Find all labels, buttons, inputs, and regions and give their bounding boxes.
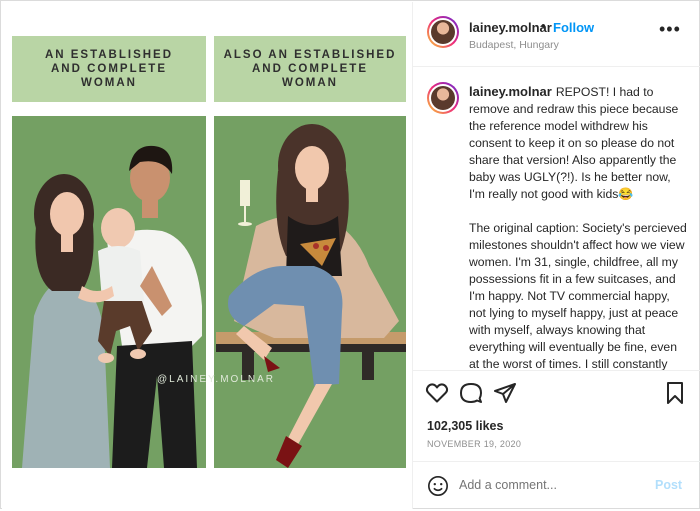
- separator-dot: •: [541, 18, 546, 33]
- likes-count[interactable]: 102,305 likes: [427, 419, 503, 433]
- post-sidebar: lainey.molnar • Follow Budapest, Hungary…: [412, 2, 700, 509]
- comment-input[interactable]: [459, 478, 639, 492]
- bookmark-icon[interactable]: [663, 381, 687, 405]
- caption-username[interactable]: lainey.molnar: [469, 84, 552, 99]
- emoji-icon[interactable]: [427, 475, 449, 497]
- caption-paragraph-2: The original caption: Society's percieve…: [469, 221, 687, 370]
- heart-icon[interactable]: [425, 381, 449, 405]
- image-watermark: @LAINEY.MOLNAR: [157, 374, 275, 385]
- left-panel-heading: AN ESTABLISHED AND COMPLETE WOMAN: [12, 36, 206, 102]
- caption-avatar[interactable]: [427, 82, 459, 114]
- header-username[interactable]: lainey.molnar: [469, 20, 552, 35]
- caption-area[interactable]: lainey.molnar REPOST! I had to remove and…: [413, 66, 700, 370]
- post-image[interactable]: AN ESTABLISHED AND COMPLETE WOMAN ALSO A…: [2, 2, 412, 509]
- single-woman-illustration: [214, 116, 406, 468]
- instagram-post: AN ESTABLISHED AND COMPLETE WOMAN ALSO A…: [0, 0, 700, 509]
- comment-bar: Post: [413, 461, 700, 511]
- caption-text: lainey.molnar REPOST! I had to remove and…: [469, 83, 689, 370]
- right-panel-heading: ALSO AN ESTABLISHED AND COMPLETE WOMAN: [214, 36, 406, 102]
- post-date[interactable]: NOVEMBER 19, 2020: [427, 439, 521, 449]
- follow-button[interactable]: Follow: [553, 20, 594, 35]
- caption-paragraph-1: REPOST! I had to remove and redraw this …: [469, 85, 679, 201]
- more-options-icon[interactable]: •••: [659, 20, 681, 38]
- avatar[interactable]: [427, 16, 459, 48]
- share-icon[interactable]: [493, 381, 517, 405]
- comment-icon[interactable]: [459, 381, 483, 405]
- post-header: lainey.molnar • Follow Budapest, Hungary…: [413, 2, 700, 67]
- post-comment-button[interactable]: Post: [655, 478, 682, 492]
- action-section: 102,305 likes NOVEMBER 19, 2020 Post: [413, 370, 700, 510]
- location-link[interactable]: Budapest, Hungary: [469, 39, 559, 51]
- family-illustration: [12, 116, 206, 468]
